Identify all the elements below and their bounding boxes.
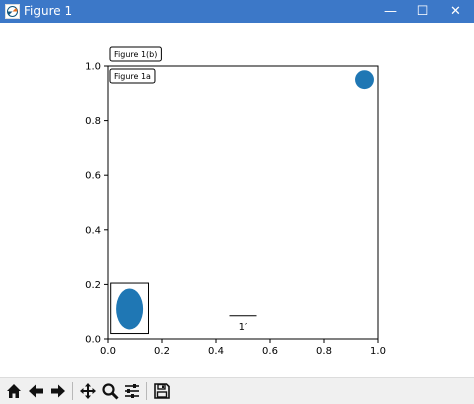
pan-button[interactable] bbox=[77, 380, 98, 401]
x-tick-label: 1.0 bbox=[370, 346, 386, 357]
x-tick-label: 0.6 bbox=[262, 346, 278, 357]
x-tick-label: 0.8 bbox=[316, 346, 332, 357]
toolbar-separator bbox=[146, 382, 147, 400]
y-tick-label: 0.0 bbox=[85, 335, 101, 346]
circle-marker bbox=[355, 70, 374, 90]
annotation-figure-1b: Figure 1(b) bbox=[114, 50, 157, 59]
x-tick-label: 0.4 bbox=[208, 346, 224, 357]
forward-arrow-icon bbox=[50, 384, 65, 397]
home-button[interactable] bbox=[3, 380, 24, 401]
home-icon bbox=[6, 383, 21, 398]
minimize-icon: — bbox=[384, 4, 397, 19]
scalebar-label: 1′ bbox=[239, 322, 248, 333]
window-title: Figure 1 bbox=[24, 4, 73, 18]
x-tick-label: 0.2 bbox=[154, 346, 170, 357]
close-icon: ✕ bbox=[450, 4, 461, 19]
toolbar-separator bbox=[72, 382, 73, 400]
save-disk-icon bbox=[153, 382, 170, 399]
configure-subplots-icon bbox=[124, 383, 139, 398]
y-tick-label: 1.0 bbox=[85, 62, 101, 73]
zoom-button[interactable] bbox=[99, 380, 120, 401]
annotation-figure-1a: Figure 1a bbox=[114, 72, 151, 81]
figure-canvas[interactable]: 0.0 0.2 0.4 0.6 0.8 1.0 0.0 0.2 0.4 0.6 0.8 1.0 1′ Fi… bbox=[0, 23, 474, 377]
matplotlib-app-icon bbox=[5, 4, 20, 19]
y-tick-label: 0.6 bbox=[85, 171, 101, 182]
y-tick-label: 0.4 bbox=[85, 225, 101, 236]
pan-move-icon bbox=[79, 382, 96, 399]
navigation-toolbar bbox=[0, 377, 474, 404]
maximize-icon: ☐ bbox=[416, 4, 429, 19]
x-tick-label: 0.0 bbox=[100, 346, 116, 357]
zoom-magnifier-icon bbox=[101, 382, 119, 400]
y-tick-label: 0.8 bbox=[85, 116, 101, 127]
ellipse-marker bbox=[116, 288, 144, 330]
configure-subplots-button[interactable] bbox=[121, 380, 142, 401]
y-tick-label: 0.2 bbox=[85, 280, 101, 291]
back-arrow-icon bbox=[28, 384, 43, 397]
forward-button[interactable] bbox=[47, 380, 68, 401]
plot-svg: 0.0 0.2 0.4 0.6 0.8 1.0 0.0 0.2 0.4 0.6 0.8 1.0 1′ Fi… bbox=[85, 46, 386, 357]
save-button[interactable] bbox=[151, 380, 172, 401]
back-button[interactable] bbox=[25, 380, 46, 401]
window-titlebar[interactable]: Figure 1 — ☐ ✕ bbox=[0, 0, 474, 23]
close-button[interactable]: ✕ bbox=[433, 0, 474, 23]
